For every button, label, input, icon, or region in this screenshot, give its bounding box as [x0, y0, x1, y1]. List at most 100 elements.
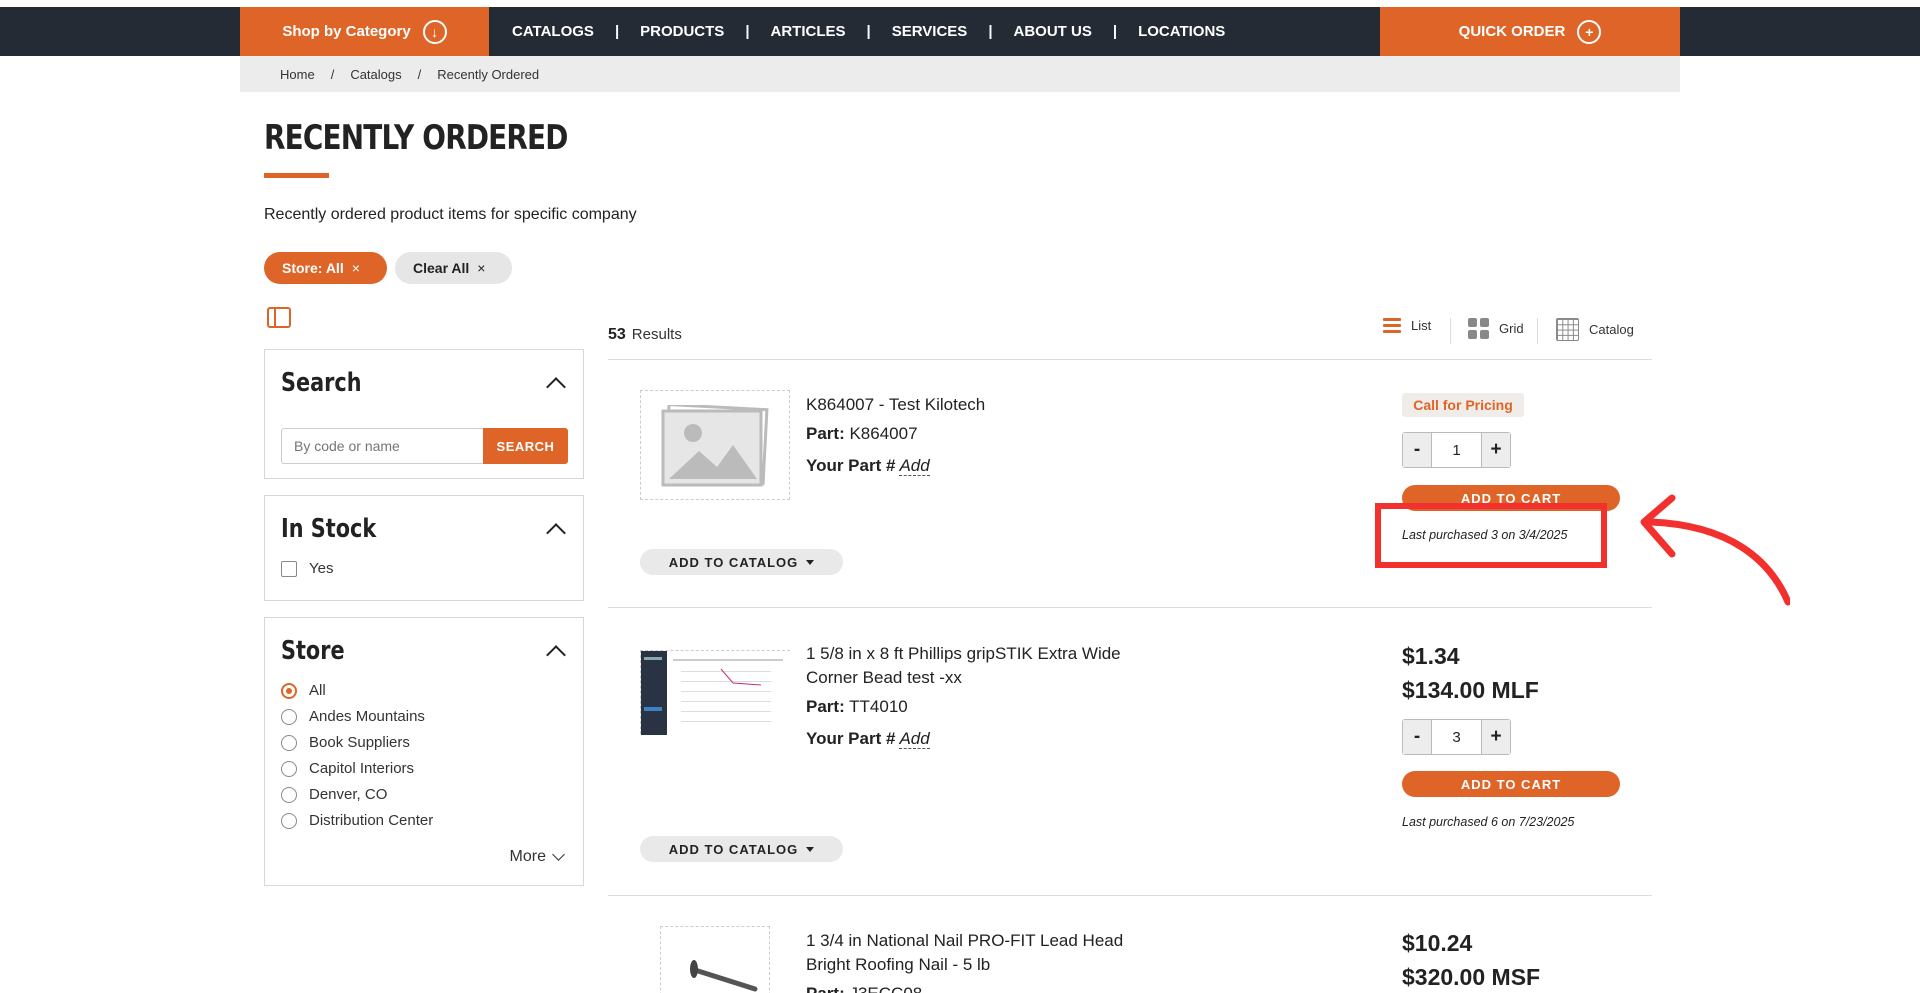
quantity-stepper[interactable]: - 1 +	[1402, 432, 1511, 468]
nav-about-us[interactable]: ABOUT US	[1014, 23, 1092, 40]
radio[interactable]	[281, 734, 297, 751]
sidebar-toggle-icon[interactable]	[267, 307, 291, 328]
store-option-book-suppliers[interactable]: Book Suppliers	[281, 734, 410, 751]
caret-down-icon	[806, 846, 815, 852]
table-icon	[1556, 318, 1579, 341]
product-part: Part: TT4010	[806, 697, 908, 717]
nav-separator: |	[1112, 23, 1118, 40]
part-number: K864007	[849, 424, 918, 443]
store-option-all[interactable]: All	[281, 682, 326, 699]
store-option-label: All	[309, 682, 326, 699]
chevron-up-icon[interactable]	[546, 523, 566, 543]
view-catalog-button[interactable]: Catalog	[1556, 318, 1634, 341]
nav-products[interactable]: PRODUCTS	[640, 23, 724, 40]
add-your-part-link[interactable]: Add	[899, 456, 930, 476]
store-option-andes-mountains[interactable]: Andes Mountains	[281, 708, 425, 725]
product-name[interactable]: 1 5/8 in x 8 ft Phillips gripSTIK Extra …	[806, 642, 1121, 690]
in-stock-yes-option[interactable]: Yes	[281, 560, 333, 577]
store-option-distribution-center[interactable]: Distribution Center	[281, 812, 433, 829]
shop-by-category-button[interactable]: Shop by Category ↓	[240, 7, 489, 56]
add-to-catalog-button[interactable]: ADD TO CATALOG	[640, 549, 843, 575]
store-facet-title: Store	[281, 636, 345, 666]
search-facet-title: Search	[281, 368, 362, 398]
product-image[interactable]	[640, 650, 791, 735]
decrement-button[interactable]: -	[1403, 720, 1431, 754]
nav-locations[interactable]: LOCATIONS	[1138, 23, 1225, 40]
store-option-label: Capitol Interiors	[309, 760, 415, 777]
decrement-button[interactable]: -	[1403, 433, 1431, 467]
view-grid-button[interactable]: Grid	[1468, 318, 1524, 339]
close-icon[interactable]: ×	[352, 260, 360, 276]
view-list-label: List	[1411, 318, 1432, 333]
store-option-label: Distribution Center	[309, 812, 434, 829]
nav-separator: |	[614, 23, 620, 40]
grid-icon	[1468, 318, 1489, 339]
add-to-cart-button[interactable]: ADD TO CART	[1402, 771, 1620, 797]
quantity-stepper[interactable]: - 3 +	[1402, 719, 1511, 755]
part-number: TT4010	[849, 697, 908, 716]
last-purchased-info: Last purchased 6 on 7/23/2025	[1402, 815, 1575, 829]
your-part: Your Part # Add	[806, 729, 930, 749]
radio-selected[interactable]	[281, 682, 297, 699]
close-icon[interactable]: ×	[477, 260, 485, 276]
results-count: 53 Results	[608, 326, 682, 344]
quantity-value[interactable]: 3	[1431, 720, 1482, 754]
increment-button[interactable]: +	[1482, 720, 1510, 754]
divider	[608, 607, 1652, 608]
part-label: Part:	[806, 697, 845, 716]
add-to-catalog-label: ADD TO CATALOG	[668, 841, 799, 857]
search-button[interactable]: SEARCH	[483, 428, 568, 464]
radio[interactable]	[281, 760, 297, 777]
chevron-down-icon	[552, 848, 565, 861]
more-options-button[interactable]: More	[509, 848, 565, 866]
breadcrumb-home[interactable]: Home	[280, 67, 315, 82]
divider	[608, 895, 1652, 896]
nav-catalogs[interactable]: CATALOGS	[512, 23, 594, 40]
product-name[interactable]: K864007 - Test Kilotech	[806, 393, 985, 417]
add-your-part-link[interactable]: Add	[899, 729, 930, 749]
store-option-capitol-interiors[interactable]: Capitol Interiors	[281, 760, 414, 777]
divider	[1450, 318, 1451, 344]
breadcrumb-separator: /	[330, 66, 335, 82]
product-unit-price: $134.00 MLF	[1402, 677, 1539, 703]
plus-circle-icon: +	[1577, 19, 1602, 44]
store-filter-chip[interactable]: Store: All ×	[264, 252, 387, 284]
divider	[608, 359, 1652, 360]
chevron-up-icon[interactable]	[546, 645, 566, 665]
product-part: Part: K864007	[806, 424, 918, 444]
call-for-pricing-badge: Call for Pricing	[1402, 393, 1524, 417]
in-stock-facet: In Stock Yes	[264, 495, 584, 601]
clear-all-chip[interactable]: Clear All ×	[395, 252, 512, 284]
more-label: More	[509, 848, 546, 865]
your-part-label: Your Part #	[806, 456, 896, 475]
radio[interactable]	[281, 786, 297, 803]
breadcrumb-catalogs[interactable]: Catalogs	[350, 67, 401, 82]
view-list-button[interactable]: List	[1383, 318, 1431, 333]
checkbox[interactable]	[281, 560, 297, 577]
product-image[interactable]	[660, 926, 770, 993]
store-option-label: Book Suppliers	[309, 734, 410, 751]
quantity-value[interactable]: 1	[1431, 433, 1482, 467]
quick-order-label: QUICK ORDER	[1458, 23, 1566, 40]
radio[interactable]	[281, 708, 297, 725]
search-input[interactable]	[281, 428, 484, 464]
annotation-highlight-box	[1375, 503, 1607, 568]
chevron-up-icon[interactable]	[546, 377, 566, 397]
breadcrumb: Home / Catalogs / Recently Ordered	[240, 56, 1680, 92]
clear-all-label: Clear All	[413, 260, 470, 276]
product-name[interactable]: 1 3/4 in National Nail PRO-FIT Lead Head…	[806, 929, 1123, 977]
page-subtitle: Recently ordered product items for speci…	[264, 206, 637, 223]
radio[interactable]	[281, 812, 297, 829]
product-image-placeholder[interactable]	[640, 390, 790, 500]
title-underline	[264, 173, 329, 178]
store-option-denver-co[interactable]: Denver, CO	[281, 786, 387, 803]
breadcrumb-current: Recently Ordered	[437, 66, 540, 82]
quick-order-button[interactable]: QUICK ORDER +	[1380, 7, 1680, 56]
add-to-catalog-button[interactable]: ADD TO CATALOG	[640, 836, 843, 862]
nav-services[interactable]: SERVICES	[892, 23, 968, 40]
product-unit-price: $320.00 MSF	[1402, 964, 1541, 990]
store-facet: Store All Andes Mountains Book Suppliers…	[264, 617, 584, 886]
increment-button[interactable]: +	[1482, 433, 1510, 467]
nav-articles[interactable]: ARTICLES	[771, 23, 846, 40]
product-name-line: Corner Bead test -xx	[806, 668, 962, 687]
